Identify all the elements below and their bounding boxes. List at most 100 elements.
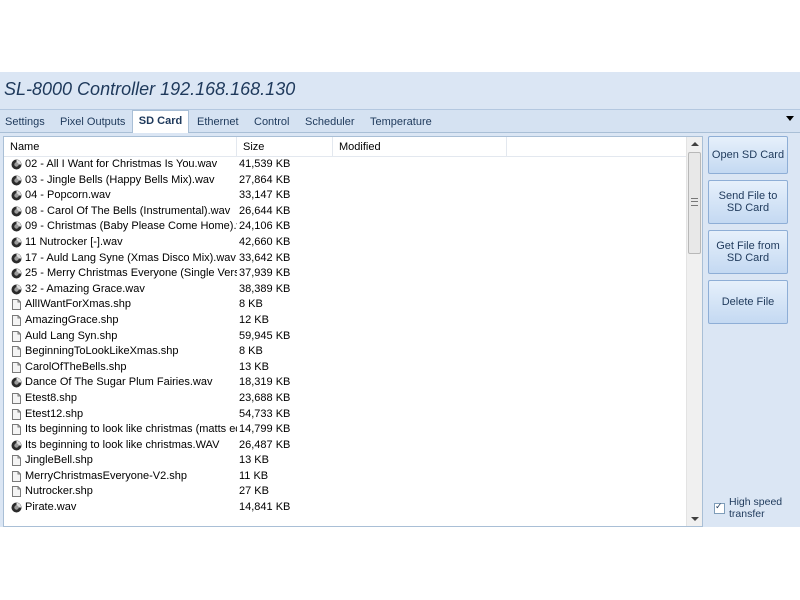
file-name: Its beginning to look like christmas.WAV (25, 438, 220, 451)
scroll-up-arrow-icon[interactable] (691, 142, 699, 146)
file-name: CarolOfTheBells.shp (25, 360, 127, 373)
file-size: 8 KB (239, 345, 263, 358)
audio-file-icon (11, 159, 22, 170)
tab-strip: Settings Pixel Outputs SD Card Ethernet … (0, 109, 800, 133)
list-item[interactable]: 03 - Jingle Bells (Happy Bells Mix).wav … (4, 173, 686, 189)
file-list[interactable]: Name Size Modified 02 - All I Want for C… (3, 136, 703, 527)
audio-file-icon (11, 284, 22, 295)
list-item[interactable]: Its beginning to look like christmas (ma… (4, 422, 686, 438)
file-name: Dance Of The Sugar Plum Fairies.wav (25, 376, 213, 389)
audio-file-icon (11, 253, 22, 264)
list-item[interactable]: 32 - Amazing Grace.wav 38,389 KB (4, 282, 686, 298)
high-speed-checkbox[interactable] (714, 501, 725, 514)
file-name: 25 - Merry Christmas Everyone (Single Ve… (25, 267, 237, 280)
document-file-icon (11, 455, 22, 467)
column-header-name[interactable]: Name (4, 137, 237, 156)
list-item[interactable]: 08 - Carol Of The Bells (Instrumental).w… (4, 204, 686, 220)
list-item[interactable]: Etest8.shp 23,688 KB (4, 391, 686, 407)
list-item[interactable]: 09 - Christmas (Baby Please Come Home).w… (4, 219, 686, 235)
file-size: 54,733 KB (239, 407, 291, 420)
document-file-icon (11, 346, 22, 358)
list-item[interactable]: 04 - Popcorn.wav 33,147 KB (4, 188, 686, 204)
file-name: Pirate.wav (25, 501, 77, 514)
audio-file-icon (11, 502, 22, 513)
document-file-icon (11, 424, 22, 436)
audio-file-icon (11, 190, 22, 201)
vertical-scrollbar[interactable] (686, 137, 702, 526)
list-item[interactable]: 11 Nutrocker [-].wav 42,660 KB (4, 235, 686, 251)
file-name: 17 - Auld Lang Syne (Xmas Disco Mix).wav (25, 251, 236, 264)
scroll-down-arrow-icon[interactable] (691, 517, 699, 521)
file-name: Auld Lang Syn.shp (25, 329, 118, 342)
file-size: 33,642 KB (239, 251, 291, 264)
file-size: 13 KB (239, 454, 269, 467)
tab-control[interactable]: Control (254, 113, 289, 131)
tab-ethernet[interactable]: Ethernet (197, 113, 239, 131)
list-header: Name Size Modified (4, 137, 686, 157)
document-file-icon (11, 361, 22, 373)
document-file-icon (11, 486, 22, 498)
list-item[interactable]: AllIWantForXmas.shp 8 KB (4, 297, 686, 313)
open-sd-card-button[interactable]: Open SD Card (708, 136, 788, 174)
list-item[interactable]: 25 - Merry Christmas Everyone (Single Ve… (4, 266, 686, 282)
send-file-button[interactable]: Send File to SD Card (708, 180, 788, 224)
controller-window: SL-8000 Controller 192.168.168.130 Setti… (0, 72, 800, 527)
scrollbar-thumb[interactable] (688, 152, 701, 254)
file-size: 38,389 KB (239, 282, 291, 295)
file-name: AllIWantForXmas.shp (25, 298, 131, 311)
list-item[interactable]: CarolOfTheBells.shp 13 KB (4, 360, 686, 376)
tab-overflow-arrow-icon[interactable] (786, 116, 794, 121)
list-item[interactable]: Its beginning to look like christmas.WAV… (4, 438, 686, 454)
file-size: 42,660 KB (239, 235, 291, 248)
high-speed-option[interactable]: High speed transfer (714, 496, 799, 522)
high-speed-label: High speed transfer (729, 496, 783, 520)
list-item[interactable]: Nutrocker.shp 27 KB (4, 484, 686, 500)
file-name: MerryChristmasEveryone-V2.shp (25, 469, 187, 482)
list-item[interactable]: 17 - Auld Lang Syne (Xmas Disco Mix).wav… (4, 251, 686, 267)
file-name: 32 - Amazing Grace.wav (25, 282, 145, 295)
delete-file-button[interactable]: Delete File (708, 280, 788, 324)
tab-settings[interactable]: Settings (5, 113, 45, 131)
file-name: Nutrocker.shp (25, 485, 93, 498)
list-item[interactable]: JingleBell.shp 13 KB (4, 453, 686, 469)
file-size: 24,106 KB (239, 220, 291, 233)
file-name: Etest8.shp (25, 391, 77, 404)
audio-file-icon (11, 268, 22, 279)
file-size: 59,945 KB (239, 329, 291, 342)
list-item[interactable]: BeginningToLookLikeXmas.shp 8 KB (4, 344, 686, 360)
list-item[interactable]: MerryChristmasEveryone-V2.shp 11 KB (4, 469, 686, 485)
file-size: 14,841 KB (239, 501, 291, 514)
file-name: 08 - Carol Of The Bells (Instrumental).w… (25, 204, 231, 217)
list-item[interactable]: 02 - All I Want for Christmas Is You.wav… (4, 157, 686, 173)
file-name: 02 - All I Want for Christmas Is You.wav (25, 158, 218, 170)
file-name: 03 - Jingle Bells (Happy Bells Mix).wav (25, 173, 215, 186)
tab-pixel-outputs[interactable]: Pixel Outputs (60, 113, 125, 131)
column-header-modified[interactable]: Modified (333, 137, 507, 156)
tab-temperature[interactable]: Temperature (370, 113, 432, 131)
list-item[interactable]: Pirate.wav 14,841 KB (4, 500, 686, 516)
file-name: 11 Nutrocker [-].wav (25, 235, 123, 248)
list-item[interactable]: Dance Of The Sugar Plum Fairies.wav 18,3… (4, 375, 686, 391)
list-item[interactable]: Etest12.shp 54,733 KB (4, 407, 686, 423)
window-title: SL-8000 Controller 192.168.168.130 (4, 79, 296, 99)
list-item[interactable]: Auld Lang Syn.shp 59,945 KB (4, 329, 686, 345)
get-file-button[interactable]: Get File from SD Card (708, 230, 788, 274)
tab-scheduler[interactable]: Scheduler (305, 113, 355, 131)
audio-file-icon (11, 206, 22, 217)
grip-icon (691, 198, 698, 206)
document-file-icon (11, 408, 22, 420)
file-size: 14,799 KB (239, 423, 291, 436)
file-size: 33,147 KB (239, 189, 291, 202)
audio-file-icon (11, 175, 22, 186)
column-header-size[interactable]: Size (237, 137, 333, 156)
file-name: Etest12.shp (25, 407, 84, 420)
tab-sd-card[interactable]: SD Card (132, 110, 189, 133)
file-rows: 02 - All I Want for Christmas Is You.wav… (4, 157, 686, 516)
audio-file-icon (11, 377, 22, 388)
file-size: 23,688 KB (239, 391, 291, 404)
document-file-icon (11, 392, 22, 404)
document-file-icon (11, 314, 22, 326)
file-size: 27 KB (239, 485, 269, 498)
list-item[interactable]: AmazingGrace.shp 12 KB (4, 313, 686, 329)
file-name: 04 - Popcorn.wav (25, 189, 111, 202)
